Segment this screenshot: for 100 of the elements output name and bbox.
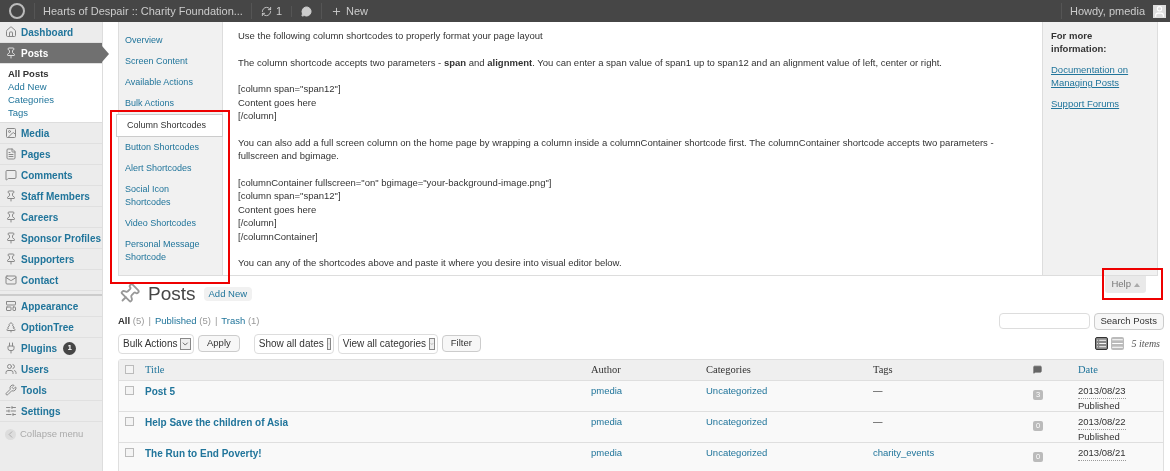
- help-link[interactable]: Documentation on Managing Posts: [1051, 63, 1149, 89]
- status-filter-link[interactable]: All (5): [118, 313, 145, 329]
- checkbox[interactable]: [125, 385, 134, 395]
- pin-icon: [5, 232, 17, 244]
- category-link[interactable]: Uncategorized: [706, 383, 873, 398]
- menu-item[interactable]: Supporters: [0, 249, 102, 270]
- count-badge: 1: [63, 341, 77, 355]
- menu-item[interactable]: Tools: [0, 380, 102, 401]
- post-title-link[interactable]: Help Save the children of Asia: [145, 414, 591, 430]
- help-text: [column span="span12"]: [238, 82, 342, 96]
- menu-item[interactable]: Pages: [0, 144, 102, 165]
- submenu-item[interactable]: All Posts: [0, 67, 102, 80]
- refresh-icon: [260, 5, 272, 17]
- site-title-link[interactable]: Hearts of Despair :: Charity Foundation...: [34, 2, 251, 20]
- layout-icon: [5, 300, 17, 312]
- tags-cell-text: —: [873, 414, 884, 429]
- plus-icon: [331, 5, 343, 17]
- apply-button[interactable]: Apply: [198, 335, 240, 352]
- help-tab[interactable]: Column Shortcodes: [116, 114, 223, 137]
- image-icon: [5, 127, 17, 139]
- status-filter-link[interactable]: Published (5): [154, 313, 211, 329]
- help-tab[interactable]: Button Shortcodes: [119, 137, 222, 158]
- checkbox[interactable]: [125, 447, 134, 457]
- menu-item[interactable]: Careers: [0, 207, 102, 228]
- help-tab[interactable]: Social Icon Shortcodes: [119, 179, 222, 213]
- menu-item[interactable]: Contact: [0, 270, 102, 291]
- help-tab[interactable]: Bulk Actions: [119, 93, 222, 114]
- updates-link[interactable]: 1: [250, 2, 292, 20]
- help-link[interactable]: Support Forums: [1051, 97, 1149, 110]
- help-text: You can any of the shortcodes above and paste it where you desire into visual editor below.: [238, 256, 623, 270]
- help-text: Content goes here: [238, 202, 318, 216]
- menu-item[interactable]: Posts: [0, 43, 102, 64]
- filter-button[interactable]: Filter: [441, 335, 481, 352]
- dates-dropdown[interactable]: Show all dates: [253, 333, 334, 354]
- separator: |: [214, 313, 218, 328]
- sliders-icon: [5, 405, 17, 417]
- menu-item[interactable]: OptionTree: [0, 317, 102, 338]
- category-link[interactable]: Uncategorized: [706, 414, 873, 429]
- bulk-actions-dropdown[interactable]: Bulk Actions: [118, 333, 194, 354]
- pin-icon: [5, 47, 17, 59]
- tags-cell-text: —: [873, 383, 884, 398]
- help-toggle-button[interactable]: Help: [1105, 276, 1146, 293]
- page-icon: [5, 148, 17, 160]
- help-tab[interactable]: Alert Shortcodes: [119, 158, 222, 179]
- post-title-link[interactable]: The Run to End Poverty!: [145, 445, 591, 461]
- help-tab[interactable]: Overview: [119, 30, 222, 51]
- comment-icon[interactable]: [301, 5, 313, 17]
- help-text: Content goes here: [238, 95, 318, 109]
- status-filter-link[interactable]: Trash (1): [221, 313, 260, 329]
- help-text: The column shortcode accepts two parameters - span and alignment. You can enter a span value of span1 up to span12 and an alignment value of left, center or right.: [238, 55, 943, 69]
- menu-item[interactable]: Plugins 1: [0, 338, 102, 359]
- menu-item[interactable]: Media: [0, 123, 102, 144]
- menu-item[interactable]: Settings: [0, 401, 102, 422]
- author-link[interactable]: pmedia: [591, 445, 706, 460]
- list-view-icon[interactable]: [1095, 337, 1109, 350]
- tags-cell[interactable]: charity_events: [873, 445, 1033, 460]
- avatar-icon[interactable]: [1153, 4, 1166, 18]
- help-tab[interactable]: Personal Message Shortcode: [119, 234, 222, 268]
- separator: |: [148, 313, 151, 328]
- search-posts-button[interactable]: Search Posts: [1093, 312, 1164, 330]
- menu-item[interactable]: Appearance: [0, 296, 102, 317]
- column-header: Tags: [873, 362, 894, 377]
- pin-icon: [5, 253, 17, 265]
- menu-item[interactable]: Users: [0, 359, 102, 380]
- author-link[interactable]: pmedia: [591, 414, 706, 429]
- collapse-icon: [5, 428, 16, 440]
- speech-bubble-icon: [5, 169, 17, 181]
- help-text: [column span="span12"]: [238, 189, 342, 203]
- highlight-frame: [1102, 268, 1163, 300]
- pin-icon: [5, 211, 17, 223]
- envelope-icon: [5, 274, 17, 286]
- wrench-icon: [5, 384, 17, 396]
- help-tab[interactable]: Screen Content: [119, 51, 222, 72]
- column-header[interactable]: Date: [1078, 361, 1163, 378]
- submenu-item[interactable]: Categories: [0, 93, 102, 106]
- checkbox[interactable]: [125, 416, 134, 426]
- submenu-item[interactable]: Add New: [0, 80, 102, 93]
- house-icon: [5, 26, 17, 38]
- help-sidebar-heading: For more information:: [1051, 29, 1108, 55]
- author-link[interactable]: pmedia: [591, 383, 706, 398]
- menu-item[interactable]: Comments: [0, 165, 102, 186]
- column-header[interactable]: Title: [145, 361, 591, 378]
- search-field[interactable]: [998, 313, 1090, 329]
- help-tab[interactable]: Available Actions: [119, 72, 222, 93]
- help-tab[interactable]: Video Shortcodes: [119, 213, 222, 234]
- help-text: [columnContainer fullscreen="on" bgimage="your-background-image.png"]: [238, 175, 553, 189]
- column-header: Categories: [706, 362, 752, 377]
- menu-item[interactable]: Staff Members: [0, 186, 102, 207]
- categories-dropdown[interactable]: View all categories: [337, 333, 438, 354]
- column-header: Author: [591, 362, 622, 377]
- add-new-button[interactable]: Add New: [203, 287, 253, 302]
- page-title: Posts: [148, 282, 196, 306]
- date-text: 2013/08/22: [1078, 414, 1126, 430]
- post-title-link[interactable]: Post 5: [145, 383, 591, 399]
- checkbox[interactable]: [125, 365, 134, 374]
- category-link[interactable]: Uncategorized: [706, 445, 873, 460]
- new-link[interactable]: New: [321, 2, 378, 20]
- submenu-item[interactable]: Tags: [0, 106, 102, 119]
- menu-item[interactable]: Sponsor Profiles: [0, 228, 102, 249]
- date-text: 2013/08/21: [1078, 445, 1126, 461]
